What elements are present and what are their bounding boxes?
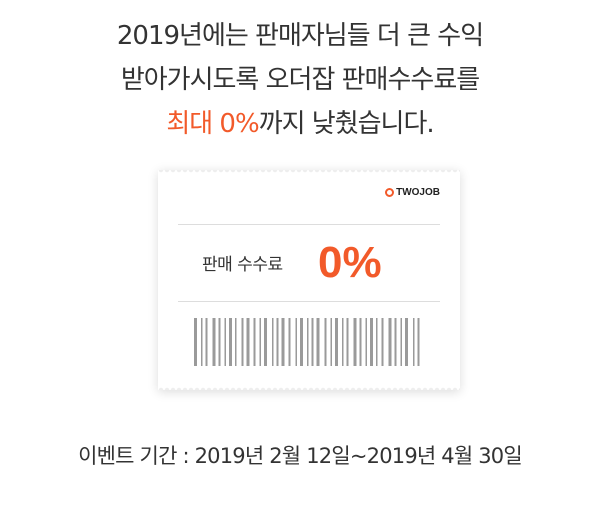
barcode-bar (235, 318, 237, 366)
barcode-bar (259, 318, 261, 366)
headline-line-3-rest: 까지 낮췄습니다. (258, 109, 435, 139)
perforated-edge-bottom (158, 386, 460, 390)
logo-text: TWOJOB (396, 186, 440, 198)
barcode-bar (394, 318, 397, 366)
barcode-bar (365, 318, 367, 366)
barcode-bar (212, 318, 216, 366)
barcode-bar (218, 318, 221, 366)
barcode-bar (229, 318, 232, 366)
barcode-bar (300, 318, 303, 366)
barcode-bar (324, 318, 327, 366)
barcode-bar (335, 318, 338, 366)
barcode-bar (388, 318, 392, 366)
divider-top (178, 224, 440, 225)
barcode-icon (194, 318, 420, 366)
barcode-bar (194, 318, 197, 366)
fee-label: 판매 수수료 (202, 255, 283, 275)
barcode-bar (370, 318, 373, 366)
headline-line-3: 최대 0%까지 낮췄습니다. (0, 102, 600, 146)
barcode-bar (272, 318, 274, 366)
barcode-bar (330, 318, 332, 366)
barcode-bar (405, 318, 408, 366)
barcode-bar (376, 318, 378, 366)
fee-value: 0% (318, 238, 382, 287)
barcode-bar (346, 318, 349, 366)
twojob-logo: TWOJOB (385, 184, 440, 200)
coupon-ticket: TWOJOB 판매 수수료 0% (158, 170, 460, 390)
barcode-bar (246, 318, 250, 366)
barcode-bar (413, 318, 415, 366)
headline-line-2: 받아가시도록 오더잡 판매수수료를 (120, 65, 480, 95)
barcode-bar (359, 318, 362, 366)
barcode-bar (295, 318, 297, 366)
barcode-bar (311, 318, 314, 366)
event-period: 이벤트 기간 : 2019년 2월 12일~2019년 4월 30일 (78, 444, 523, 468)
headline-line-1: 2019년에는 판매자님들 더 큰 수익 (116, 21, 484, 51)
barcode-bar (276, 318, 279, 366)
barcode-bar (381, 318, 384, 366)
barcode-bar (253, 318, 256, 366)
divider-bottom (178, 301, 440, 302)
barcode-bar (288, 318, 291, 366)
barcode-bar (264, 318, 267, 366)
headline: 2019년에는 판매자님들 더 큰 수익 받아가시도록 오더잡 판매수수료를 최… (0, 14, 600, 146)
barcode-bar (201, 318, 203, 366)
barcode-bar (224, 318, 226, 366)
barcode-bar (241, 318, 244, 366)
barcode-bar (281, 318, 285, 366)
headline-accent: 최대 0% (166, 109, 259, 139)
barcode-bar (316, 318, 320, 366)
perforated-edge-top (158, 170, 460, 174)
barcode-bar (353, 318, 357, 366)
barcode-bar (400, 318, 402, 366)
barcode-bar (205, 318, 208, 366)
orange-ring-icon (385, 187, 395, 197)
barcode-bar (342, 318, 344, 366)
barcode-bar (417, 318, 420, 366)
barcode-bar (307, 318, 309, 366)
